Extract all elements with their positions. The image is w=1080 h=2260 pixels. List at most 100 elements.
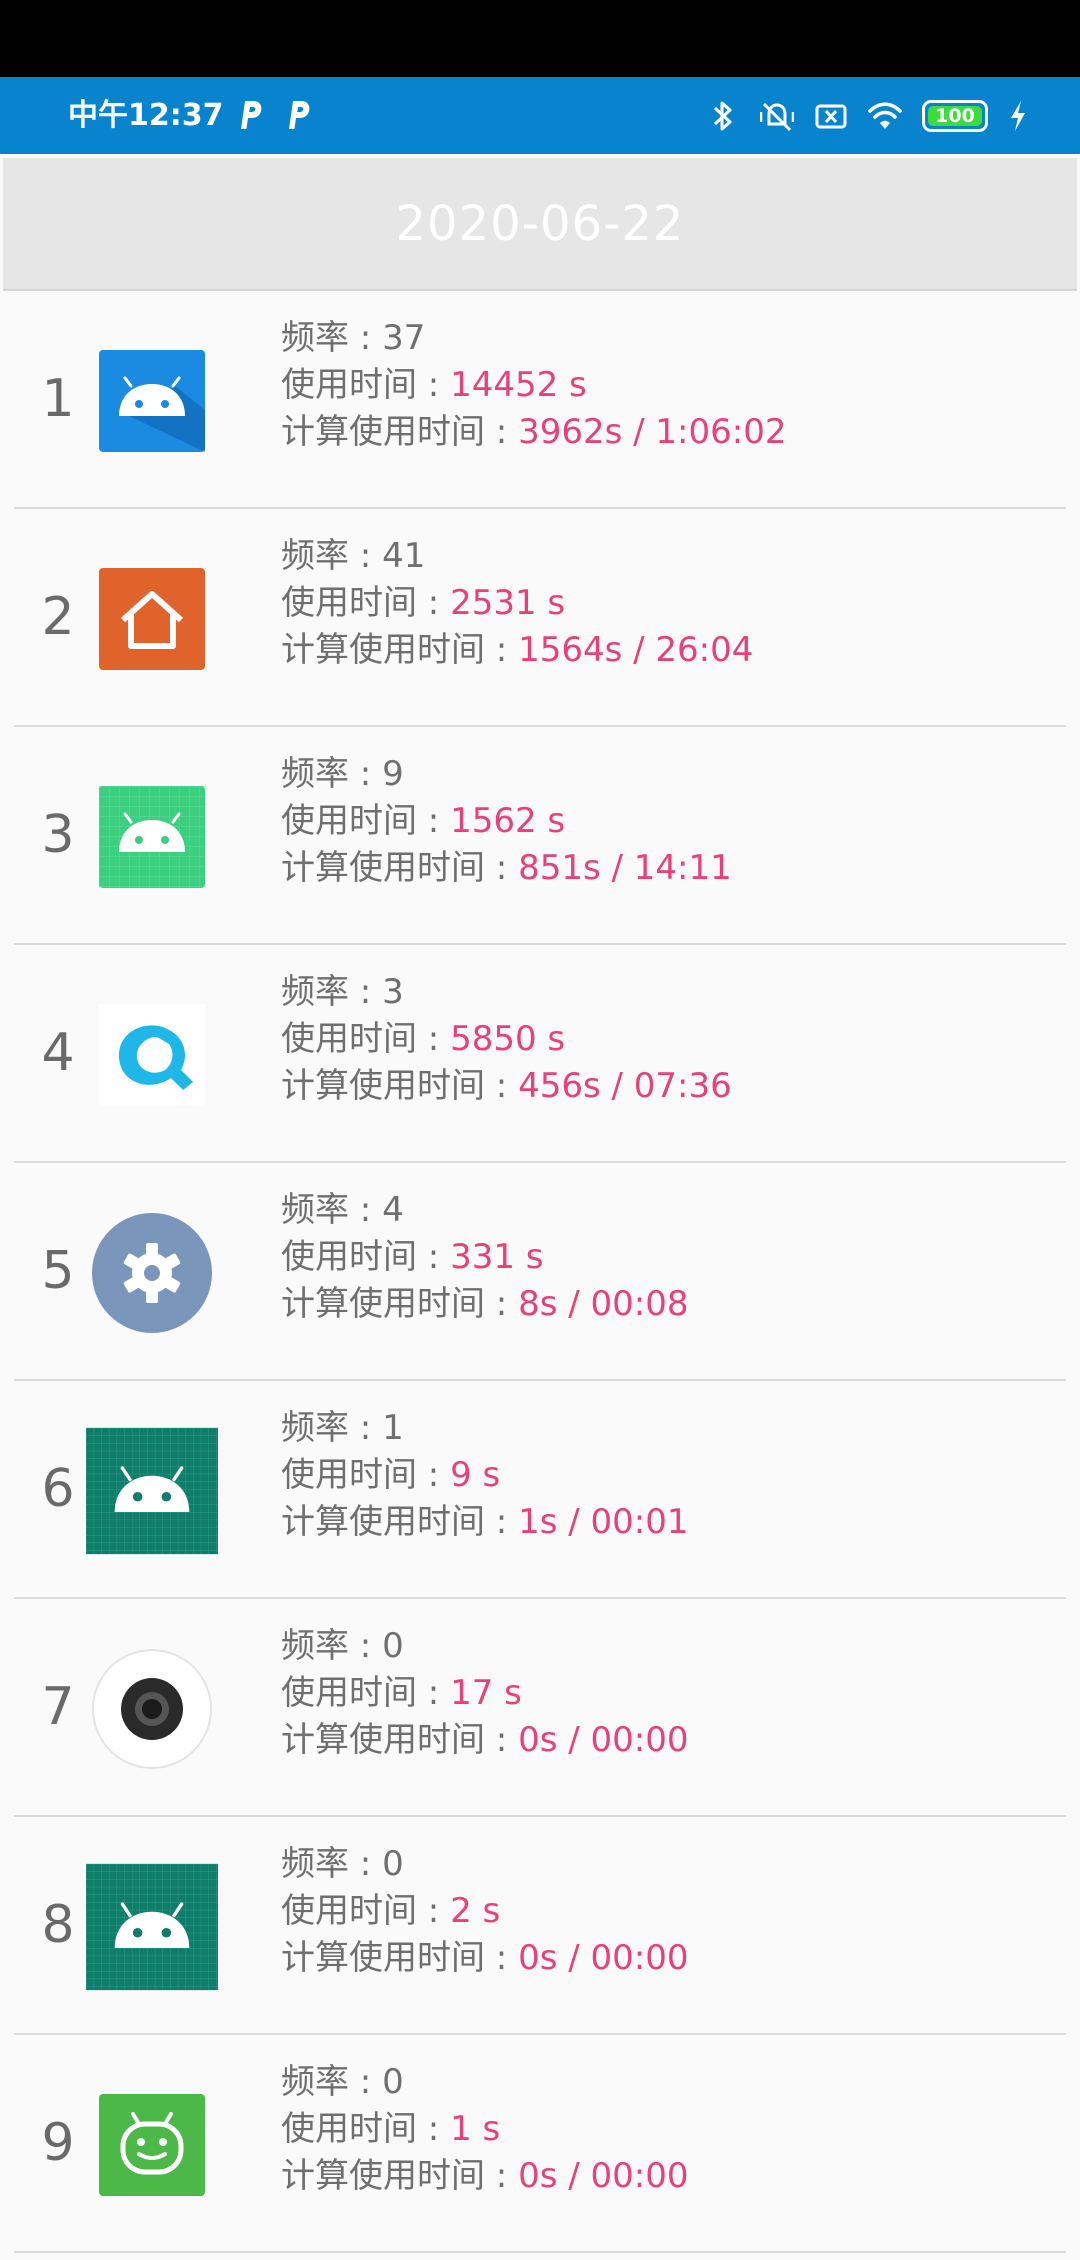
list-item[interactable]: 7 频率 : 0 使用时间 : 17 s 计算使用时间 : 0s / 00:00 bbox=[14, 1599, 1066, 1817]
frequency-value: 0 bbox=[382, 2062, 404, 2102]
computed-time-value: 851s / 14:11 bbox=[518, 848, 732, 888]
frequency-line: 频率 : 4 bbox=[281, 1187, 688, 1234]
list-item[interactable]: 2 频率 : 41 使用时间 : 2531 s 计算使用时间 : 1564s /… bbox=[14, 509, 1066, 727]
android-green-app-icon bbox=[86, 771, 218, 903]
android-blue-app-icon bbox=[86, 335, 218, 467]
status-time: 中午12:37 bbox=[68, 98, 224, 133]
computed-time-value: 0s / 00:00 bbox=[518, 1938, 689, 1978]
computed-line: 计算使用时间 : 0s / 00:00 bbox=[281, 1935, 688, 1982]
rank-number: 7 bbox=[41, 1677, 75, 1737]
rank-number: 1 bbox=[41, 369, 75, 429]
frequency-value: 1 bbox=[382, 1408, 404, 1448]
app-usage-info: 频率 : 37 使用时间 : 14452 s 计算使用时间 : 3962s / … bbox=[281, 315, 786, 456]
mute-vibrate-icon bbox=[760, 102, 794, 131]
frequency-value: 4 bbox=[382, 1190, 404, 1230]
app-usage-list: 1 频率 : 37 使用时间 : 14452 s 计算使用时间 : 3962s … bbox=[0, 291, 1080, 2253]
list-item[interactable]: 4 频率 : 3 使用时间 : 5850 s 计算使用时间 : 456s / 0… bbox=[14, 945, 1066, 1163]
computed-time-label: 计算使用时间 : bbox=[281, 1720, 519, 1760]
computed-time-label: 计算使用时间 : bbox=[281, 1938, 519, 1978]
usage-time-value: 1 s bbox=[450, 2109, 501, 2149]
frequency-value: 37 bbox=[382, 318, 426, 358]
usage-time-label: 使用时间 : bbox=[281, 801, 451, 841]
computed-time-label: 计算使用时间 : bbox=[281, 848, 519, 888]
robot-green-app-icon bbox=[86, 2079, 218, 2211]
usage-time-value: 1562 s bbox=[450, 801, 566, 841]
frequency-line: 频率 : 0 bbox=[281, 1623, 688, 1670]
list-item[interactable]: 8 频率 : 0 使用时间 : 2 s 计算使用时间 : 0s / 00:00 bbox=[14, 1817, 1066, 2035]
frequency-value: 41 bbox=[382, 536, 426, 576]
frequency-line: 频率 : 9 bbox=[281, 751, 732, 798]
wifi-icon bbox=[868, 102, 902, 129]
app-usage-info: 频率 : 0 使用时间 : 1 s 计算使用时间 : 0s / 00:00 bbox=[281, 2059, 688, 2200]
computed-time-value: 8s / 00:08 bbox=[518, 1284, 689, 1324]
frequency-value: 3 bbox=[382, 972, 404, 1012]
rank-number: 9 bbox=[41, 2113, 75, 2173]
computed-time-value: 0s / 00:00 bbox=[518, 2156, 689, 2196]
usage-time-label: 使用时间 : bbox=[281, 1891, 451, 1931]
usage-line: 使用时间 : 331 s bbox=[281, 1234, 688, 1281]
app-usage-info: 频率 : 41 使用时间 : 2531 s 计算使用时间 : 1564s / 2… bbox=[281, 533, 753, 674]
usage-time-value: 2531 s bbox=[450, 583, 566, 623]
frequency-label: 频率 : bbox=[281, 318, 383, 358]
frequency-line: 频率 : 3 bbox=[281, 969, 732, 1016]
computed-line: 计算使用时间 : 851s / 14:11 bbox=[281, 845, 732, 892]
usage-line: 使用时间 : 9 s bbox=[281, 1452, 688, 1499]
app-usage-info: 频率 : 3 使用时间 : 5850 s 计算使用时间 : 456s / 07:… bbox=[281, 969, 732, 1110]
frequency-label: 频率 : bbox=[281, 1190, 383, 1230]
rank-number: 8 bbox=[41, 1895, 75, 1955]
rank-number: 3 bbox=[41, 805, 75, 865]
frequency-line: 频率 : 37 bbox=[281, 315, 786, 362]
battery-icon: 100 bbox=[922, 99, 988, 132]
computed-line: 计算使用时间 : 0s / 00:00 bbox=[281, 2153, 688, 2200]
usage-time-value: 14452 s bbox=[450, 365, 587, 405]
list-item[interactable]: 1 频率 : 37 使用时间 : 14452 s 计算使用时间 : 3962s … bbox=[14, 291, 1066, 509]
top-black-bar bbox=[0, 0, 1080, 77]
rank-number: 2 bbox=[41, 587, 75, 647]
computed-line: 计算使用时间 : 1s / 00:01 bbox=[281, 1499, 688, 1546]
usage-time-value: 331 s bbox=[450, 1237, 544, 1277]
charging-bolt-icon bbox=[1011, 100, 1025, 131]
frequency-label: 频率 : bbox=[281, 536, 383, 576]
list-item[interactable]: 9 频率 : 0 使用时间 : 1 s 计算使用时间 : 0s / 00:00 bbox=[14, 2035, 1066, 2253]
rank-number: 5 bbox=[41, 1241, 75, 1301]
computed-line: 计算使用时间 : 8s / 00:08 bbox=[281, 1281, 688, 1328]
computed-line: 计算使用时间 : 0s / 00:00 bbox=[281, 1717, 688, 1764]
parking-p-icon bbox=[241, 101, 262, 129]
computed-time-label: 计算使用时间 : bbox=[281, 412, 519, 452]
usage-line: 使用时间 : 1 s bbox=[281, 2106, 688, 2153]
usage-time-label: 使用时间 : bbox=[281, 1237, 451, 1277]
computed-time-value: 1s / 00:01 bbox=[518, 1502, 689, 1542]
sim-card-x-icon bbox=[815, 104, 847, 128]
computed-time-value: 1564s / 26:04 bbox=[518, 630, 754, 670]
frequency-line: 频率 : 0 bbox=[281, 1841, 688, 1888]
computed-time-label: 计算使用时间 : bbox=[281, 630, 519, 670]
frequency-label: 频率 : bbox=[281, 1844, 383, 1884]
list-item[interactable]: 3 频率 : 9 使用时间 : 1562 s 计算使用时间 : 851s / 1… bbox=[14, 727, 1066, 945]
list-item[interactable]: 5 频率 : 4 使用时间 : 331 s 计算使用时间 : 8s / 00:0… bbox=[14, 1163, 1066, 1381]
usage-time-value: 2 s bbox=[450, 1891, 501, 1931]
usage-time-value: 5850 s bbox=[450, 1019, 566, 1059]
computed-line: 计算使用时间 : 456s / 07:36 bbox=[281, 1063, 732, 1110]
bluetooth-icon bbox=[713, 101, 732, 130]
frequency-label: 频率 : bbox=[281, 972, 383, 1012]
computed-time-value: 0s / 00:00 bbox=[518, 1720, 689, 1760]
rank-number: 4 bbox=[41, 1023, 75, 1083]
rank-number: 6 bbox=[41, 1459, 75, 1519]
frequency-line: 频率 : 0 bbox=[281, 2059, 688, 2106]
settings-gear-icon bbox=[86, 1207, 218, 1339]
computed-time-label: 计算使用时间 : bbox=[281, 1284, 519, 1324]
usage-time-label: 使用时间 : bbox=[281, 365, 451, 405]
camera-icon bbox=[86, 1643, 218, 1775]
usage-time-label: 使用时间 : bbox=[281, 583, 451, 623]
q-app-icon bbox=[86, 989, 218, 1121]
list-item[interactable]: 6 频率 : 1 使用时间 : 9 s 计算使用时间 : 1s / 00:01 bbox=[14, 1381, 1066, 1599]
usage-time-value: 9 s bbox=[450, 1455, 501, 1495]
usage-time-label: 使用时间 : bbox=[281, 1673, 451, 1713]
android-teal-app-icon bbox=[86, 1861, 218, 1993]
usage-line: 使用时间 : 17 s bbox=[281, 1670, 688, 1717]
date-header: 2020-06-22 bbox=[3, 158, 1077, 291]
android-teal-app-icon bbox=[86, 1425, 218, 1557]
usage-line: 使用时间 : 1562 s bbox=[281, 798, 732, 845]
page-title: 2020-06-22 bbox=[395, 195, 685, 252]
frequency-line: 频率 : 1 bbox=[281, 1405, 688, 1452]
